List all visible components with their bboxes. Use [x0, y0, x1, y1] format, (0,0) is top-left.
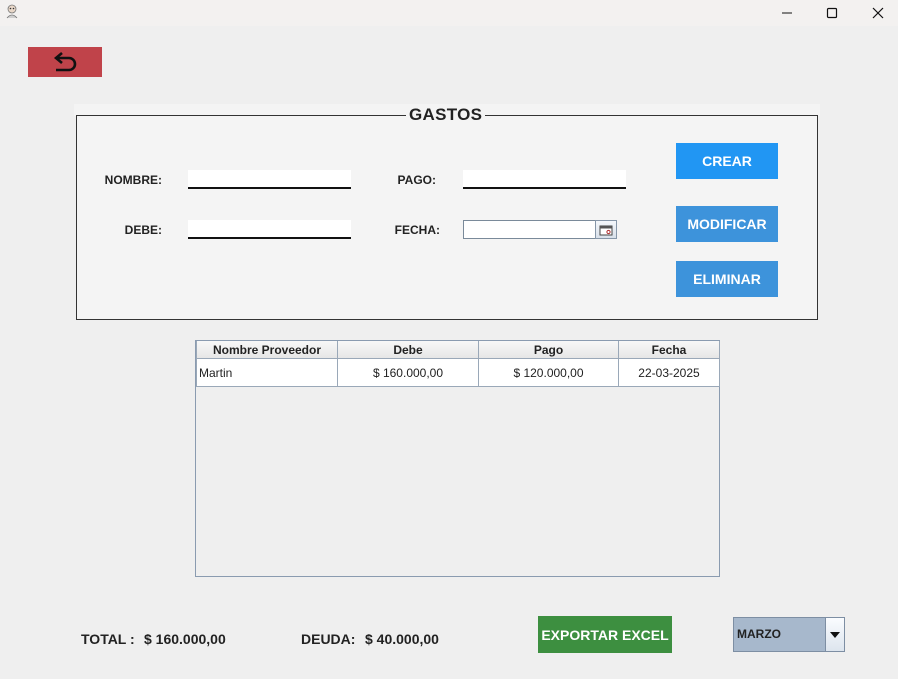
back-button[interactable]	[28, 47, 102, 77]
gastos-table[interactable]: Nombre Proveedor Debe Pago Fecha Martin …	[195, 340, 720, 577]
nombre-input[interactable]	[188, 170, 351, 189]
total-label: TOTAL :	[81, 631, 135, 647]
undo-arrow-icon	[53, 52, 77, 72]
eliminar-button[interactable]: ELIMINAR	[676, 261, 778, 297]
table-header-row: Nombre Proveedor Debe Pago Fecha	[196, 341, 720, 359]
close-button[interactable]	[855, 0, 898, 26]
deuda-value: $ 40.000,00	[365, 631, 439, 647]
pago-label: PAGO:	[397, 173, 436, 187]
minimize-button[interactable]	[764, 0, 810, 26]
nombre-label: NOMBRE:	[104, 173, 162, 187]
fecha-date-input[interactable]	[463, 220, 598, 239]
close-icon	[872, 7, 884, 19]
debe-input[interactable]	[188, 220, 351, 239]
window-titlebar	[0, 0, 898, 26]
table-row[interactable]: Martin $ 160.000,00 $ 120.000,00 22-03-2…	[196, 358, 720, 387]
column-header-debe[interactable]: Debe	[337, 341, 479, 359]
minimize-icon	[782, 12, 792, 14]
panel-title: GASTOS	[406, 105, 486, 125]
maximize-button[interactable]	[809, 0, 855, 26]
gastos-table-grid: Nombre Proveedor Debe Pago Fecha Martin …	[196, 341, 720, 387]
cell-fecha: 22-03-2025	[618, 358, 720, 387]
modificar-button[interactable]: MODIFICAR	[676, 206, 778, 242]
calendar-picker-button[interactable]	[595, 220, 617, 239]
column-header-nombre-proveedor[interactable]: Nombre Proveedor	[196, 341, 338, 359]
maximize-icon	[826, 7, 838, 19]
dropdown-arrow-button[interactable]	[825, 618, 844, 651]
calendar-icon	[599, 225, 613, 235]
cell-debe: $ 160.000,00	[337, 358, 479, 387]
fecha-label: FECHA:	[394, 223, 440, 237]
total-value: $ 160.000,00	[144, 631, 226, 647]
exportar-excel-button[interactable]: EXPORTAR EXCEL	[538, 616, 672, 653]
column-header-pago[interactable]: Pago	[478, 341, 619, 359]
column-header-fecha[interactable]: Fecha	[618, 341, 720, 359]
debe-label: DEBE:	[124, 223, 162, 237]
month-dropdown[interactable]: MARZO	[733, 617, 845, 652]
crear-button[interactable]: CREAR	[676, 143, 778, 179]
pago-input[interactable]	[463, 170, 626, 189]
deuda-label: DEUDA:	[301, 631, 356, 647]
avatar-icon	[4, 3, 20, 19]
cell-pago: $ 120.000,00	[478, 358, 619, 387]
cell-nombre-proveedor: Martin	[196, 358, 338, 387]
chevron-down-icon	[830, 631, 840, 638]
month-selected-value: MARZO	[737, 627, 781, 641]
